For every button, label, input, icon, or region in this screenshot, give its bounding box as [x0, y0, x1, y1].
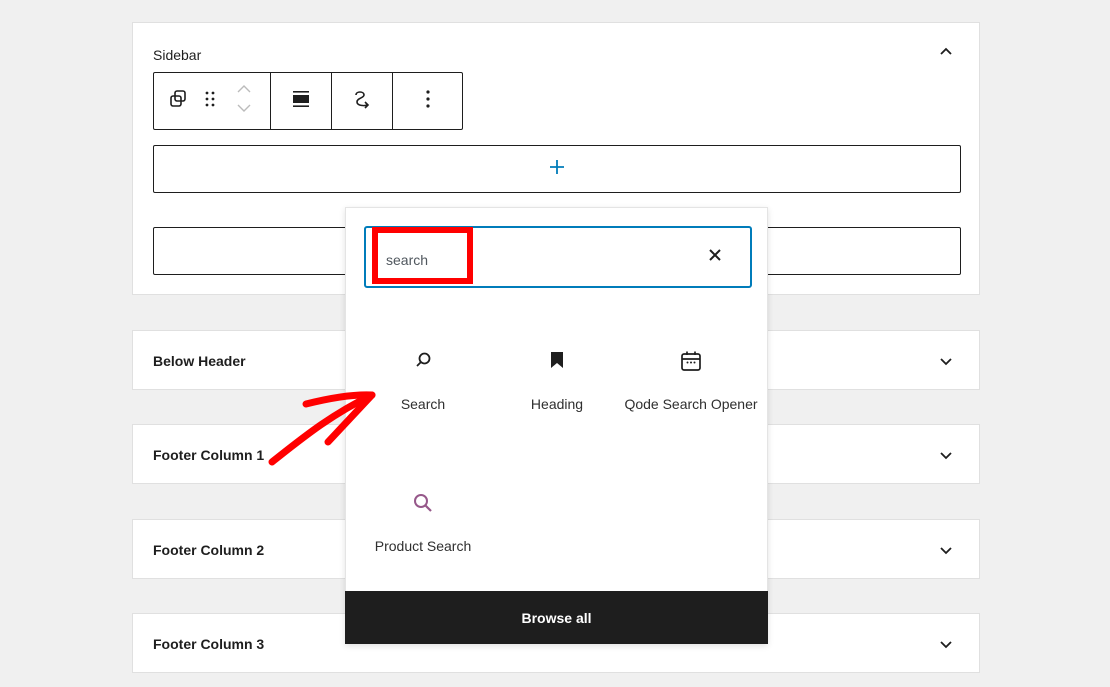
calendar-icon: [680, 350, 702, 374]
move-up-button[interactable]: [235, 82, 253, 101]
block-search-input[interactable]: search: [364, 226, 752, 288]
transform-loop-icon: [351, 88, 373, 115]
expand-chevron-down-icon[interactable]: [937, 352, 955, 370]
search-icon: [413, 350, 433, 374]
move-down-button[interactable]: [235, 101, 253, 120]
block-result-heading[interactable]: Heading: [490, 350, 624, 414]
browse-all-button[interactable]: Browse all: [345, 591, 768, 644]
more-vertical-icon: [425, 89, 431, 114]
block-label: Qode Search Opener: [624, 396, 758, 412]
block-appender-button[interactable]: [153, 145, 961, 193]
expand-chevron-down-icon[interactable]: [937, 446, 955, 464]
drag-handle-button[interactable]: [196, 73, 224, 129]
block-label: Product Search: [374, 538, 472, 554]
panel-title: Footer Column 2: [153, 542, 265, 558]
transform-button[interactable]: [344, 73, 380, 129]
block-type-button[interactable]: [160, 73, 196, 129]
clear-search-button[interactable]: [702, 244, 728, 270]
duplicate-icon: [168, 89, 188, 114]
plus-icon: [548, 158, 566, 181]
drag-handle-icon: [204, 90, 216, 113]
align-wide-icon: [291, 89, 311, 114]
expand-chevron-down-icon[interactable]: [937, 635, 955, 653]
panel-title: Sidebar: [153, 47, 202, 63]
block-label: Heading: [530, 396, 584, 412]
block-toolbar: [153, 72, 463, 130]
block-inserter-popover: search Search Heading Qode Search Opener…: [345, 207, 768, 644]
collapse-chevron-up-icon[interactable]: [937, 43, 955, 61]
align-button[interactable]: [283, 73, 319, 129]
search-input-value[interactable]: search: [386, 252, 428, 268]
close-icon: [708, 248, 722, 267]
product-search-icon: [412, 492, 434, 516]
more-options-button[interactable]: [410, 73, 446, 129]
panel-title: Footer Column 3: [153, 636, 265, 652]
panel-title: Below Header: [153, 353, 246, 369]
panel-title: Footer Column 1: [153, 447, 265, 463]
expand-chevron-down-icon[interactable]: [937, 541, 955, 559]
block-result-product-search[interactable]: Product Search: [356, 492, 490, 556]
block-result-qode-search-opener[interactable]: Qode Search Opener: [624, 350, 758, 414]
annotation-arrow-icon: [268, 391, 376, 466]
bookmark-icon: [547, 350, 567, 374]
